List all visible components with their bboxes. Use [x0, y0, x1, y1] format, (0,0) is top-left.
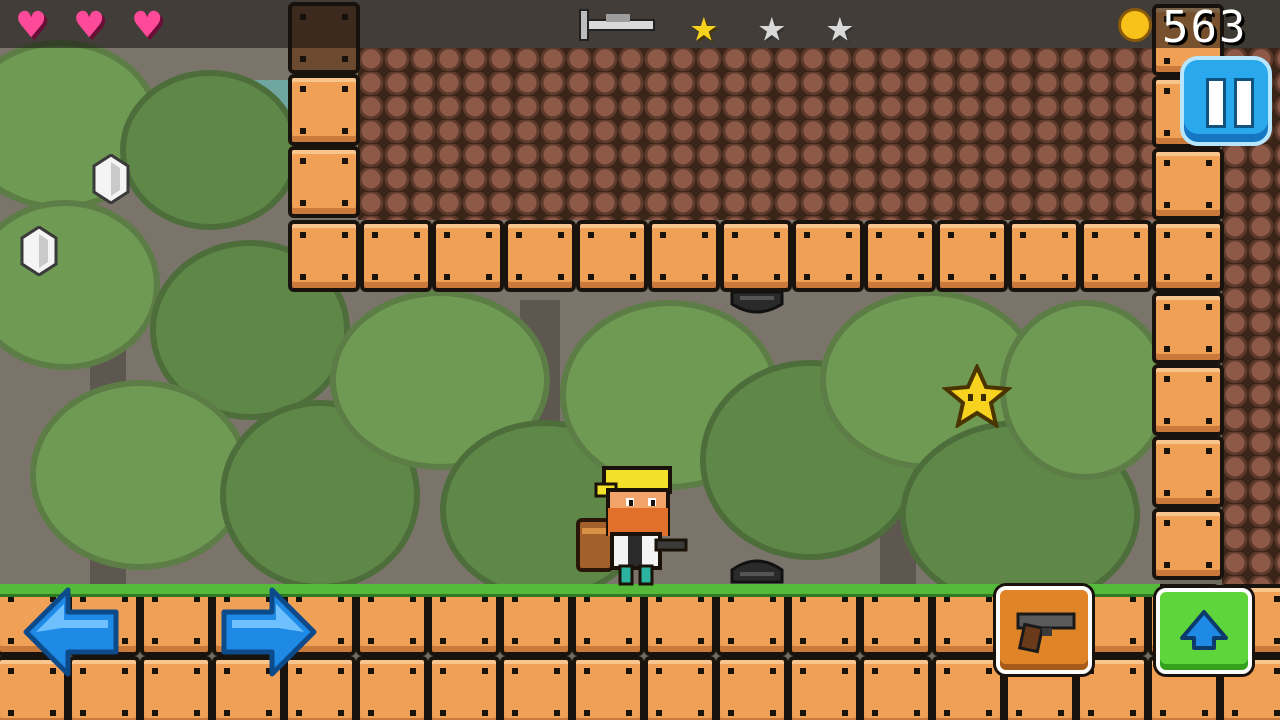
pause-icon	[1234, 78, 1254, 128]
up-arrow-icon	[1180, 610, 1228, 650]
ceiling-block	[432, 220, 504, 292]
wall-block	[288, 146, 360, 218]
move-right-button[interactable]	[218, 584, 318, 680]
ceiling-block	[792, 220, 864, 292]
ground-block	[428, 656, 500, 720]
ceiling-block	[504, 220, 576, 292]
coin-count: 563	[1162, 2, 1248, 53]
ground-block	[932, 656, 1004, 720]
star-empty-icon: ★	[758, 0, 786, 52]
player-character	[576, 466, 688, 586]
wall-block	[1152, 292, 1224, 364]
ceiling-block	[360, 220, 432, 292]
pause-icon	[1206, 78, 1226, 128]
brick-ceiling	[358, 48, 1158, 220]
ground-block	[572, 656, 644, 720]
ground-block	[140, 656, 212, 720]
fire-button[interactable]	[996, 586, 1092, 674]
ground-block	[860, 656, 932, 720]
ceiling-block	[288, 220, 360, 292]
crystal-gem-icon	[20, 226, 58, 276]
wall-block	[288, 74, 360, 146]
ceiling-block	[936, 220, 1008, 292]
heart-icon: ♥	[134, 0, 161, 51]
move-left-button[interactable]	[22, 584, 122, 680]
game-screen: ♥ ♥ ♥ ★ ★ ★ 563	[0, 0, 1280, 720]
pistol-icon	[1016, 612, 1076, 654]
ceiling-block	[720, 220, 792, 292]
heart-icon: ♥	[18, 0, 45, 51]
pause-button[interactable]	[1180, 56, 1272, 146]
coin-icon	[1118, 8, 1152, 42]
star-empty-icon: ★	[826, 0, 854, 52]
ceiling-block	[648, 220, 720, 292]
ceiling-block	[576, 220, 648, 292]
wall-block	[1152, 148, 1224, 220]
ceiling-block	[1080, 220, 1152, 292]
wall-block	[1152, 436, 1224, 508]
crystal-gem-icon	[92, 154, 130, 204]
weapon-silhouette-icon	[579, 9, 655, 41]
jump-button[interactable]	[1156, 588, 1252, 674]
wall-block	[1152, 364, 1224, 436]
heart-icon: ♥	[76, 0, 103, 51]
star-collected-icon: ★	[690, 0, 718, 52]
wall-block	[1152, 508, 1224, 580]
ground-block	[500, 656, 572, 720]
level-star-pickup-icon	[942, 364, 1012, 428]
ground-block	[644, 656, 716, 720]
ceiling-crawler-enemy	[730, 290, 784, 314]
ground-block	[356, 656, 428, 720]
ceiling-block	[1008, 220, 1080, 292]
ground-block	[788, 656, 860, 720]
ground-block	[716, 656, 788, 720]
ground-crawler-enemy	[730, 559, 784, 584]
ceiling-block	[1152, 220, 1224, 292]
ceiling-block	[864, 220, 936, 292]
